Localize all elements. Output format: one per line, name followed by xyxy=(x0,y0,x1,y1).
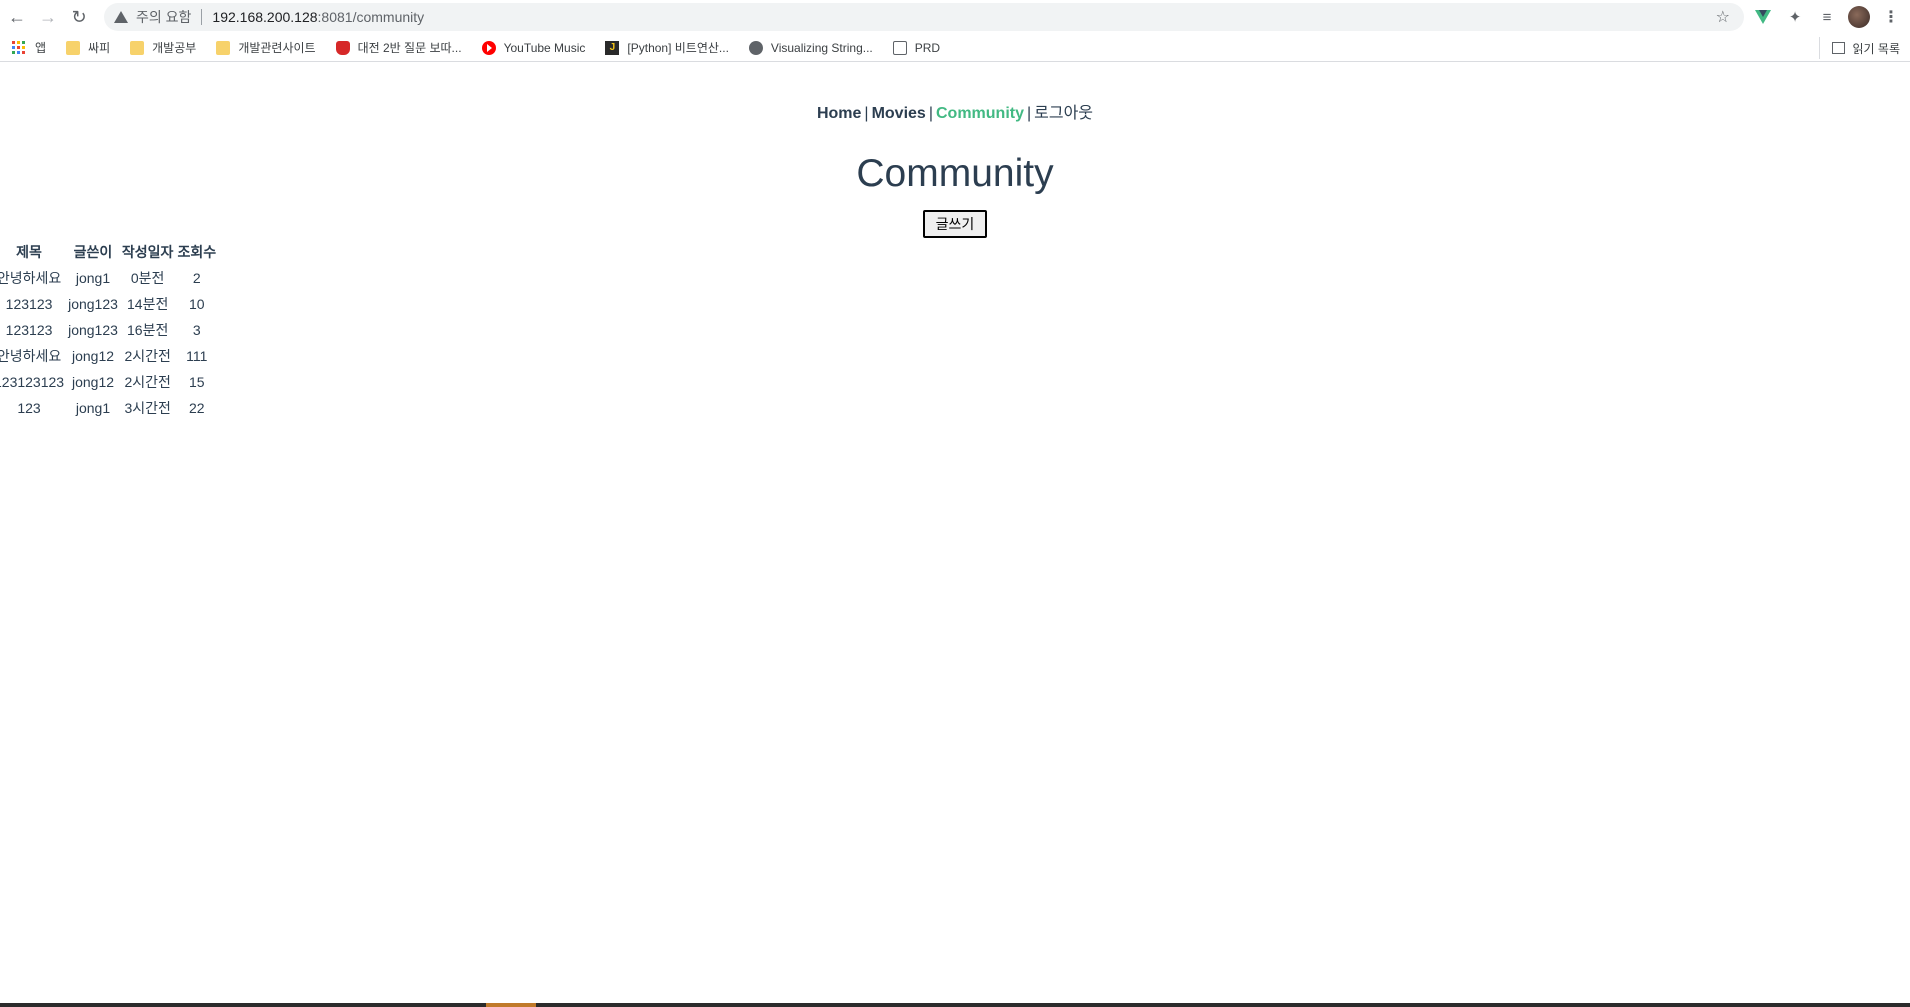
bookmark-star-icon[interactable]: ☆ xyxy=(1716,7,1730,27)
reading-list-label: 읽기 목록 xyxy=(1852,41,1901,56)
bookmarks-bar: 앱 싸피 개발공부 개발관련사이트 대전 2반 질문 보따... YouTube… xyxy=(0,34,1910,62)
j-favicon: J xyxy=(605,40,620,55)
puzzle-extensions-icon[interactable]: ✦ xyxy=(1784,6,1806,28)
bookmark-label: YouTube Music xyxy=(503,40,586,55)
bookmark-visualizing-string[interactable]: Visualizing String... xyxy=(745,37,877,59)
bookmark-question-bag[interactable]: 대전 2반 질문 보따... xyxy=(332,37,466,59)
vue-devtools-icon[interactable] xyxy=(1752,6,1774,28)
extensions-area: ✦ ≡ ⋮ xyxy=(1752,0,1902,34)
post-title[interactable]: 123123 xyxy=(0,291,66,317)
bookmark-ssafy[interactable]: 싸피 xyxy=(62,37,114,59)
address-bar[interactable]: 주의 요함 192.168.200.128:8081/community ☆ xyxy=(104,3,1744,31)
bookmark-label: [Python] 비트연산... xyxy=(627,41,729,55)
bookmark-prd[interactable]: PRD xyxy=(889,37,944,59)
apps-grid-icon xyxy=(12,41,25,54)
post-author: jong1 xyxy=(75,400,111,416)
folder-icon xyxy=(216,40,231,55)
post-views: 3 xyxy=(192,322,201,338)
profile-avatar[interactable] xyxy=(1848,6,1870,28)
site-nav: Home | Movies | Community | 로그아웃 xyxy=(0,99,1910,123)
header-title: 제목 xyxy=(16,244,42,260)
post-views: 111 xyxy=(186,348,208,364)
post-date: 2시간전 xyxy=(124,348,171,364)
security-label: 주의 요함 xyxy=(136,9,192,25)
prd-icon xyxy=(892,40,907,55)
reading-list-icon xyxy=(1831,42,1845,54)
reading-list-button[interactable]: 읽기 목록 xyxy=(1818,37,1901,59)
nav-movies-link[interactable]: Movies xyxy=(872,105,926,122)
table-row[interactable]: 안녕하세요 jong1 0분전 2 xyxy=(0,265,218,291)
post-title[interactable]: 안녕하세요 xyxy=(0,265,66,291)
table-row[interactable]: 123 jong1 3시간전 22 xyxy=(0,395,218,421)
media-queue-icon[interactable]: ≡ xyxy=(1816,6,1838,28)
bookmark-dev-sites[interactable]: 개발관련사이트 xyxy=(212,37,319,59)
warning-triangle-icon xyxy=(114,11,128,23)
back-arrow-icon[interactable]: ← xyxy=(2,2,32,32)
page-title: Community xyxy=(856,152,1054,195)
table-row[interactable]: 안녕하세요 jong12 2시간전 111 xyxy=(0,343,218,369)
bookmark-label: Visualizing String... xyxy=(770,40,873,55)
post-author: jong12 xyxy=(71,374,115,390)
table-row[interactable]: 123123123 jong12 2시간전 15 xyxy=(0,369,218,395)
globe-icon xyxy=(748,40,763,55)
post-date: 3시간전 xyxy=(124,400,171,416)
folder-icon xyxy=(130,40,145,55)
nav-logout-link[interactable]: 로그아웃 xyxy=(1034,105,1093,122)
table-row[interactable]: 123123 jong123 14분전 10 xyxy=(0,291,218,317)
url-path: :8081/community xyxy=(317,9,425,25)
bookmark-dev-study[interactable]: 개발공부 xyxy=(126,37,200,59)
nav-separator: | xyxy=(1026,105,1032,122)
folder-icon xyxy=(66,40,81,55)
post-title[interactable]: 123 xyxy=(0,395,66,421)
forward-arrow-icon[interactable]: → xyxy=(33,2,63,32)
post-date: 0분전 xyxy=(130,270,165,286)
post-author: jong123 xyxy=(68,322,118,338)
post-views: 15 xyxy=(188,374,205,390)
header-views: 조회수 xyxy=(177,244,217,260)
security-warning[interactable]: 주의 요함 xyxy=(114,7,191,27)
omnibox-divider xyxy=(201,9,203,25)
bookmark-label: 대전 2반 질문 보따... xyxy=(357,41,462,55)
community-board-table: 제목 글쓴이 작성일자 조회수 안녕하세요 jong1 0분전 2 123123… xyxy=(0,239,218,421)
post-views: 2 xyxy=(192,270,201,286)
table-header-row: 제목 글쓴이 작성일자 조회수 xyxy=(0,239,218,265)
post-title[interactable]: 123123 xyxy=(0,317,66,343)
post-date: 16분전 xyxy=(127,322,169,338)
write-post-button[interactable]: 글쓰기 xyxy=(923,210,987,238)
post-views: 22 xyxy=(188,400,205,416)
bookmark-label: 개발관련사이트 xyxy=(238,41,316,55)
nav-separator: | xyxy=(864,105,869,122)
bookmark-apps[interactable]: 앱 xyxy=(8,37,50,59)
header-author: 글쓴이 xyxy=(73,244,113,260)
header-date: 작성일자 xyxy=(121,244,174,260)
bookmark-python-bit[interactable]: J [Python] 비트연산... xyxy=(601,37,733,59)
bookmark-label: 개발공부 xyxy=(152,41,197,55)
post-title[interactable]: 123123123 xyxy=(0,369,66,395)
nav-community-link[interactable]: Community xyxy=(936,105,1024,122)
youtube-music-icon xyxy=(481,40,496,55)
web-page: Home | Movies | Community | 로그아웃 Community 글쓰기… xyxy=(0,63,1910,1003)
taskbar-active-indicator xyxy=(486,1003,536,1007)
url-host: 192.168.200.128 xyxy=(212,9,318,25)
post-views: 10 xyxy=(188,296,205,312)
post-date: 2시간전 xyxy=(124,374,171,390)
post-date: 14분전 xyxy=(127,296,169,312)
red-bag-icon xyxy=(335,40,350,55)
bookmark-label: 앱 xyxy=(35,41,47,55)
bookmark-label: 싸피 xyxy=(88,41,111,55)
nav-separator: | xyxy=(928,105,933,122)
reload-icon[interactable]: ↻ xyxy=(64,2,94,32)
post-author: jong1 xyxy=(75,270,111,286)
bookmark-label: PRD xyxy=(914,40,941,55)
browser-toolbar: ← → ↻ 주의 요함 192.168.200.128:8081/communi… xyxy=(0,0,1910,34)
nav-home-link[interactable]: Home xyxy=(817,105,861,122)
kebab-menu-icon[interactable]: ⋮ xyxy=(1880,6,1902,28)
taskbar-edge xyxy=(0,1003,1910,1007)
post-title[interactable]: 안녕하세요 xyxy=(0,343,66,369)
post-author: jong123 xyxy=(68,296,118,312)
post-author: jong12 xyxy=(71,348,115,364)
table-row[interactable]: 123123 jong123 16분전 3 xyxy=(0,317,218,343)
bookmark-youtube-music[interactable]: YouTube Music xyxy=(478,37,590,59)
